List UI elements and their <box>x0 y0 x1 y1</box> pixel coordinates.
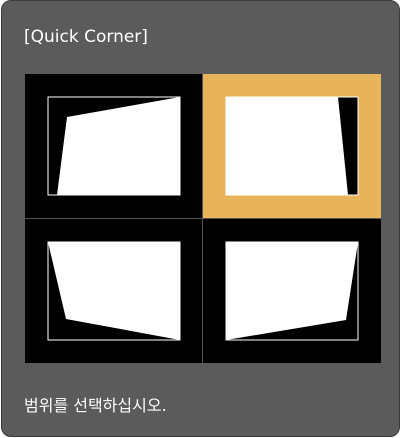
corner-option-top-right[interactable] <box>203 74 381 218</box>
keystone-shape-icon <box>47 241 181 341</box>
keystone-shape-icon <box>225 241 359 341</box>
selection-prompt: 범위를 선택하십시오. <box>24 396 167 415</box>
corner-option-bottom-left[interactable] <box>25 219 203 363</box>
corner-option-grid <box>25 74 381 363</box>
keystone-shape-icon <box>47 96 181 196</box>
grid-divider-horizontal <box>25 218 381 219</box>
quick-corner-dialog: [Quick Corner] 범위를 선택하십시오. <box>1 0 400 437</box>
dialog-title: [Quick Corner] <box>24 27 148 47</box>
keystone-shape-icon <box>225 96 359 196</box>
corner-option-bottom-right[interactable] <box>203 219 381 363</box>
corner-option-top-left[interactable] <box>25 74 203 218</box>
